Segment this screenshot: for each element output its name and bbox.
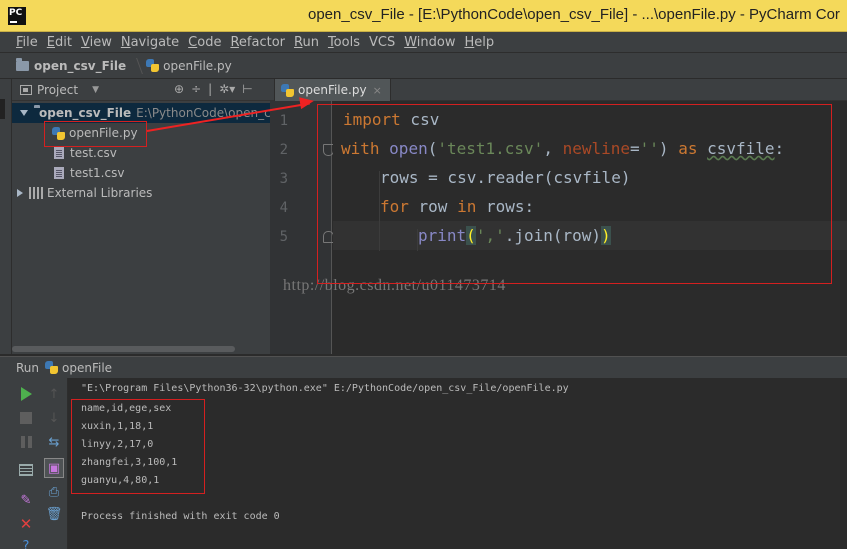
- menu-item-navigate[interactable]: Navigate: [121, 35, 179, 50]
- pause-icon: [20, 436, 32, 448]
- menu-item-edit[interactable]: Edit: [47, 35, 72, 50]
- scroll-end-icon: ▣: [47, 460, 61, 476]
- run-toolbar-primary: ✎ ✕ ?: [12, 378, 40, 549]
- print-button[interactable]: ⎙: [46, 484, 62, 500]
- menu-item-code[interactable]: Code: [188, 35, 221, 50]
- stop-button[interactable]: [18, 410, 34, 426]
- breadcrumb: open_csv_File openFile.py: [0, 53, 847, 79]
- scroll-from-source-icon[interactable]: ⊕: [174, 82, 184, 96]
- arrow-up-icon: ↑: [48, 386, 60, 402]
- menu-item-tools[interactable]: Tools: [328, 35, 360, 50]
- text-file-icon: [54, 167, 64, 179]
- close-button[interactable]: ✕: [18, 515, 34, 533]
- breadcrumb-separator: [129, 57, 144, 74]
- pin-icon: ✎: [20, 492, 32, 508]
- stop-icon: [20, 412, 32, 424]
- line-number: 5: [279, 229, 288, 245]
- annotation-arrowhead: [299, 94, 315, 110]
- annotation-box-file: [44, 121, 147, 147]
- tab-openfile[interactable]: openFile.py ×: [274, 79, 391, 101]
- console-command: "E:\Program Files\Python36-32\python.exe…: [81, 383, 569, 394]
- close-icon: ✕: [19, 515, 33, 533]
- console-exit-message: Process finished with exit code 0: [81, 511, 280, 522]
- menu-item-vcs[interactable]: VCS: [369, 35, 395, 50]
- tree-item-test1-csv[interactable]: test1.csv: [54, 163, 124, 183]
- run-config-name: openFile: [62, 360, 113, 375]
- horizontal-scrollbar[interactable]: [12, 346, 235, 352]
- run-toolbar-secondary: ↑ ↓ ⇆ ▣ ⎙ 🗑: [40, 378, 68, 549]
- title-bar: PC open_csv_File - [E:\PythonCode\open_c…: [0, 0, 847, 32]
- soft-wrap-icon: ⇆: [48, 434, 60, 450]
- divider: |: [208, 82, 213, 96]
- tree-item-external-libraries[interactable]: External Libraries: [12, 183, 152, 203]
- chevron-down-icon[interactable]: ▼: [92, 85, 99, 95]
- python-file-icon: [146, 59, 160, 72]
- run-panel-title: Run: [16, 360, 40, 375]
- menu-item-help[interactable]: Help: [464, 35, 494, 50]
- help-icon: ?: [22, 538, 30, 549]
- trash-icon: 🗑: [45, 506, 63, 522]
- editor-tabs: openFile.py ×: [270, 79, 847, 101]
- line-number: 1: [279, 113, 288, 129]
- arrow-down-icon: ↓: [48, 410, 60, 426]
- pin-tab-button[interactable]: ✎: [18, 492, 34, 508]
- gear-icon[interactable]: ✲▾: [219, 82, 235, 96]
- window-title: open_csv_File - [E:\PythonCode\open_csv_…: [308, 6, 840, 23]
- run-left-strip: [0, 378, 12, 549]
- menu-item-run[interactable]: Run: [294, 35, 319, 50]
- library-icon: [29, 187, 43, 199]
- text-file-icon: [54, 147, 64, 159]
- clear-button[interactable]: 🗑: [45, 506, 63, 522]
- tree-item-project-root[interactable]: open_csv_File E:\PythonCode\open_c: [12, 103, 271, 123]
- chevron-right-icon[interactable]: [17, 189, 23, 197]
- collapse-all-icon[interactable]: ÷: [191, 82, 201, 96]
- menu-item-view[interactable]: View: [81, 35, 112, 50]
- menu-item-refactor[interactable]: Refactor: [230, 35, 285, 50]
- scroll-to-end-button[interactable]: ▣: [44, 458, 64, 478]
- line-number: 4: [279, 200, 288, 216]
- line-number: 3: [279, 171, 288, 187]
- menu-item-window[interactable]: Window: [404, 35, 455, 50]
- menu-item-file[interactable]: File: [16, 35, 38, 50]
- print-icon: ⎙: [48, 484, 60, 500]
- pause-button[interactable]: [18, 434, 34, 450]
- help-button[interactable]: ?: [18, 538, 34, 549]
- annotation-box-code: [317, 104, 832, 284]
- project-panel-title[interactable]: Project: [37, 83, 78, 97]
- pycharm-logo-icon: PC: [8, 7, 26, 25]
- up-button[interactable]: ↑: [46, 386, 62, 402]
- play-icon: [20, 387, 32, 401]
- soft-wrap-button[interactable]: ⇆: [46, 434, 62, 450]
- breadcrumb-project[interactable]: open_csv_File: [16, 57, 126, 73]
- python-file-icon: [281, 83, 294, 97]
- folder-icon: [16, 57, 29, 71]
- breadcrumb-file[interactable]: openFile.py: [146, 59, 232, 73]
- run-panel-header: Run openFile: [0, 356, 847, 378]
- chevron-down-icon[interactable]: [20, 110, 28, 116]
- close-icon[interactable]: ×: [373, 84, 382, 97]
- left-tool-strip: [0, 79, 12, 354]
- down-button[interactable]: ↓: [46, 410, 62, 426]
- threads-icon: [19, 464, 33, 476]
- annotation-box-output: [71, 399, 205, 494]
- project-panel-header: Project ▼ ⊕ ÷ | ✲▾ ⊢: [12, 79, 270, 101]
- project-icon: [20, 84, 32, 95]
- run-button[interactable]: [18, 386, 34, 402]
- python-file-icon: [45, 361, 59, 374]
- hide-panel-icon[interactable]: ⊢: [242, 82, 252, 96]
- menu-bar: File Edit View Navigate Code Refactor Run Tools…: [0, 32, 847, 53]
- dump-threads-button[interactable]: [18, 462, 34, 478]
- line-number: 2: [279, 142, 288, 158]
